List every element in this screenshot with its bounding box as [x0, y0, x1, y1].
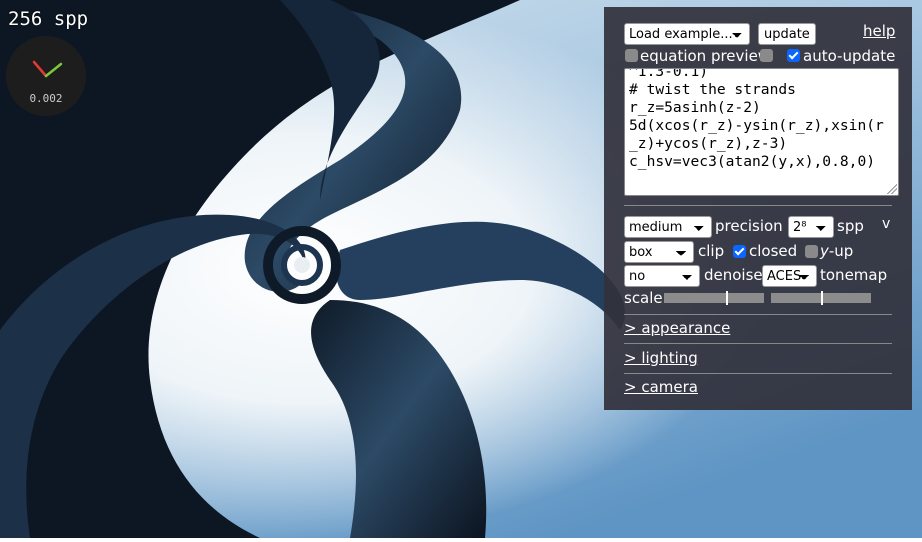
resize-handle-icon[interactable] [887, 184, 897, 194]
code-line: 5d(xcos(r_z)-ysin(r_z),xsin(r [629, 117, 884, 134]
slider-thumb[interactable] [821, 291, 823, 305]
closed-label: closed [749, 242, 798, 260]
collapse-toggle[interactable]: v [882, 216, 890, 232]
appearance-section-link[interactable]: > appearance [624, 319, 730, 337]
spp-counter: 256 spp [8, 8, 89, 30]
y-up-checkbox[interactable] [805, 245, 818, 258]
spp-select[interactable]: 2⁸ [788, 216, 834, 238]
divider [624, 343, 892, 344]
precision-select[interactable]: medium [624, 216, 712, 238]
spp-label: spp [837, 217, 864, 235]
update-button[interactable]: update [758, 23, 816, 45]
scale-slider-1[interactable] [664, 291, 764, 305]
gizmo-value: 0.002 [29, 92, 63, 105]
tonemap-label: tonemap [820, 266, 888, 284]
lighting-section-link[interactable]: > lighting [624, 349, 698, 367]
precision-label: precision [715, 217, 783, 235]
help-link[interactable]: help [863, 22, 895, 40]
y-up-label: y-up [820, 242, 854, 260]
equation-preview-label: equation preview [640, 47, 771, 65]
denoise-label: denoise [704, 266, 763, 284]
code-line: ^1.3-0.1) [629, 68, 709, 80]
tonemap-select[interactable]: ACES [762, 265, 817, 287]
divider [624, 205, 892, 206]
auto-update-checkbox[interactable] [787, 49, 800, 62]
clip-label: clip [698, 242, 725, 260]
divider [624, 314, 892, 315]
scale-label: scale [624, 289, 663, 307]
closed-checkbox[interactable] [733, 245, 746, 258]
code-line: # twist the strands [629, 81, 796, 98]
load-example-select[interactable]: Load example... [624, 23, 750, 45]
control-panel: Load example... update help equation pre… [604, 7, 912, 410]
denoise-select[interactable]: no [624, 265, 700, 287]
slider-thumb[interactable] [726, 291, 728, 305]
camera-section-link[interactable]: > camera [624, 378, 698, 396]
code-line: c_hsv=vec3(atan2(y,x),0.8,0) [629, 153, 876, 170]
code-line: _z)+ycos(r_z),z-3) [629, 135, 788, 152]
scale-slider-2[interactable] [771, 291, 871, 305]
equation-preview-checkbox[interactable] [625, 49, 638, 62]
code-line: r_z=5asinh(z-2) [629, 99, 761, 116]
clip-select[interactable]: box [624, 241, 694, 263]
divider [624, 373, 892, 374]
extra-toggle-checkbox[interactable] [760, 49, 773, 62]
auto-update-label: auto-update [803, 47, 896, 65]
axis-gizmo[interactable]: 0.002 [6, 36, 86, 116]
equation-editor[interactable]: ^1.3-0.1) # twist the strands r_z=5asinh… [624, 68, 899, 196]
